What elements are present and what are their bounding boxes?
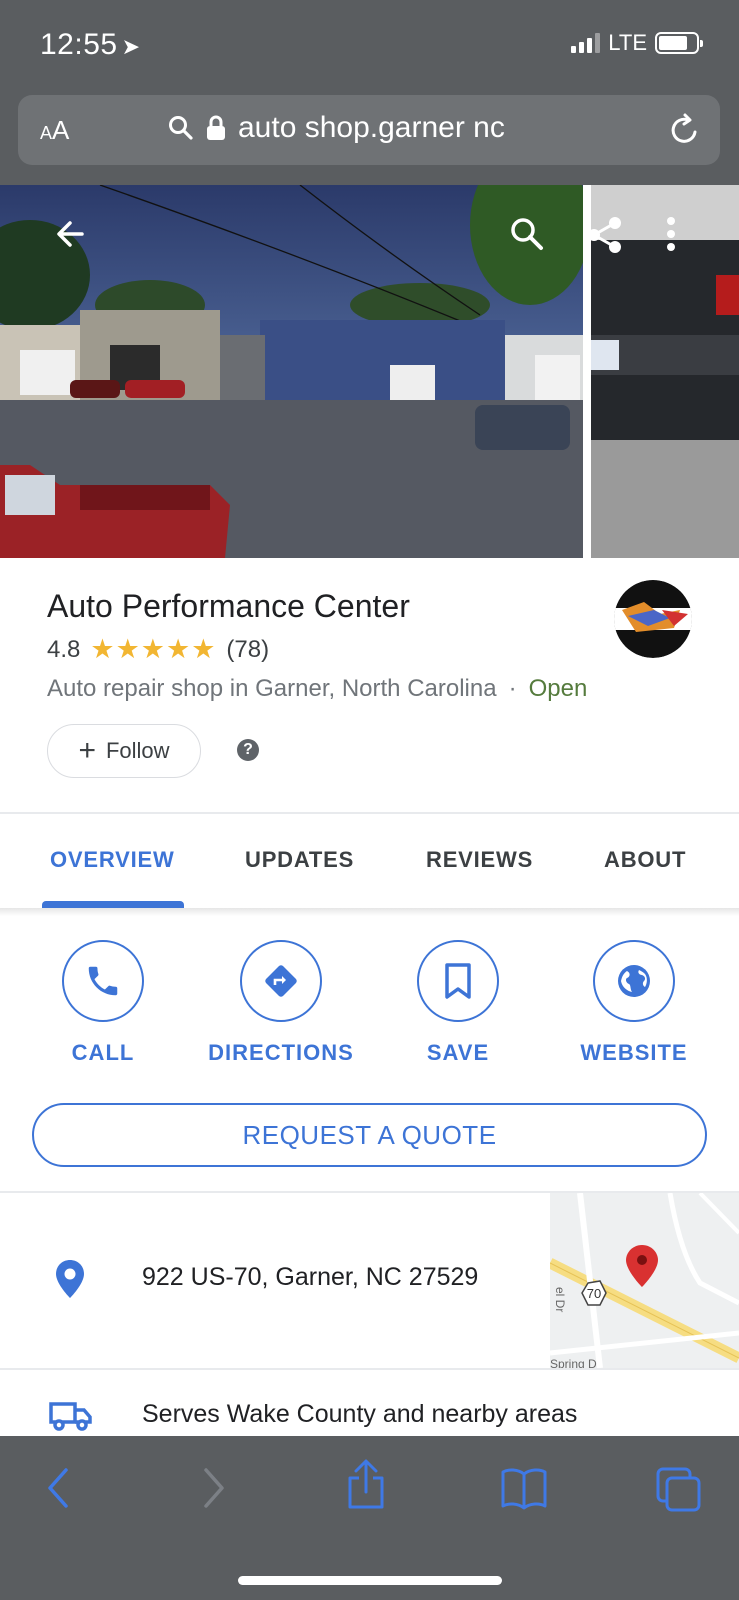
cellular-signal-icon	[571, 33, 601, 53]
plus-icon: +	[78, 734, 96, 767]
location-arrow-icon: ➤	[121, 34, 141, 59]
search-icon	[169, 116, 193, 140]
url-text: auto shop.garner nc	[238, 111, 505, 144]
address-row[interactable]: 922 US-70, Garner, NC 27529 70 Spring D …	[0, 1193, 739, 1368]
directions-label: DIRECTIONS	[208, 1040, 354, 1065]
photo-search-icon[interactable]	[508, 215, 546, 253]
lock-icon	[207, 115, 225, 140]
map-graphic: 70 Spring D el Dr	[550, 1193, 739, 1368]
home-indicator[interactable]	[238, 1576, 502, 1585]
rating-row[interactable]: 4.8 ★★★★★ (78)	[47, 634, 269, 665]
directions-icon	[265, 965, 297, 997]
safari-address-bar[interactable]: AA auto shop.garner nc	[18, 95, 720, 165]
rating-value: 4.8	[47, 635, 81, 663]
separator-dot: ·	[508, 675, 517, 702]
network-type: LTE	[608, 30, 647, 55]
tabs-icon[interactable]	[655, 1466, 703, 1514]
safari-toolbar	[0, 1436, 739, 1600]
share-sheet-icon[interactable]	[346, 1458, 386, 1510]
share-icon[interactable]	[586, 215, 624, 255]
map-route-label: 70	[587, 1286, 601, 1301]
phone-icon	[88, 966, 118, 996]
save-circle[interactable]	[417, 940, 499, 1022]
map-thumbnail[interactable]: 70 Spring D el Dr	[550, 1193, 739, 1368]
bookmarks-icon[interactable]	[500, 1466, 548, 1510]
back-icon[interactable]	[44, 1466, 74, 1510]
follow-label: Follow	[105, 738, 170, 763]
place-category: Auto repair shop in Garner, North Caroli…	[47, 675, 497, 702]
text-size-button[interactable]: AA	[40, 115, 69, 146]
more-options-icon[interactable]	[664, 215, 678, 253]
bookmark-icon	[445, 963, 471, 999]
battery-icon	[655, 32, 703, 54]
active-tab-indicator	[42, 901, 184, 908]
top-browser-chrome: 12:55 ➤ LTE AA auto shop.garner nc	[0, 0, 739, 185]
forward-icon[interactable]	[198, 1466, 228, 1510]
help-icon[interactable]: ?	[237, 739, 259, 761]
address-text[interactable]: 922 US-70, Garner, NC 27529	[142, 1263, 478, 1292]
call-circle[interactable]	[62, 940, 144, 1022]
status-time: 12:55 ➤	[40, 28, 141, 62]
tab-about[interactable]: ABOUT	[604, 847, 686, 873]
website-label: WEBSITE	[580, 1040, 688, 1065]
status-indicators: LTE	[571, 30, 703, 56]
location-pin-icon	[56, 1260, 84, 1298]
follow-button[interactable]: + Follow	[47, 724, 201, 778]
call-label: CALL	[71, 1040, 135, 1065]
header-divider	[0, 812, 739, 814]
status-time-text: 12:55	[40, 28, 118, 61]
category-row: Auto repair shop in Garner, North Caroli…	[47, 675, 587, 703]
open-status: Open	[528, 675, 588, 702]
review-count[interactable]: (78)	[226, 636, 269, 664]
website-button[interactable]: WEBSITE	[549, 940, 719, 1066]
call-button[interactable]: CALL	[18, 940, 188, 1066]
url-display[interactable]: auto shop.garner nc	[168, 111, 505, 145]
save-button[interactable]: SAVE	[373, 940, 543, 1066]
directions-circle[interactable]	[240, 940, 322, 1022]
save-label: SAVE	[426, 1040, 490, 1065]
tab-updates[interactable]: UPDATES	[245, 847, 354, 873]
request-quote-button[interactable]: REQUEST A QUOTE	[32, 1103, 707, 1167]
directions-button[interactable]: DIRECTIONS	[196, 940, 366, 1066]
globe-icon	[618, 965, 650, 997]
tabs-shadow	[0, 908, 739, 916]
map-street-label: Spring D	[550, 1357, 597, 1368]
place-tabs: OVERVIEW UPDATES REVIEWS ABOUT	[0, 815, 739, 908]
truck-icon	[49, 1402, 92, 1431]
service-area-text: Serves Wake County and nearby areas	[142, 1400, 578, 1428]
business-logo	[614, 580, 692, 658]
place-photo-carousel[interactable]	[0, 185, 739, 558]
map-side-label: el Dr	[553, 1287, 567, 1312]
tab-overview[interactable]: OVERVIEW	[50, 847, 175, 873]
back-arrow-icon[interactable]	[52, 215, 90, 253]
tab-reviews[interactable]: REVIEWS	[426, 847, 533, 873]
place-name: Auto Performance Center	[47, 588, 410, 624]
reload-icon[interactable]	[668, 112, 702, 148]
star-rating-icon: ★★★★★	[90, 634, 217, 664]
service-area-row: Serves Wake County and nearby areas	[0, 1370, 739, 1436]
website-circle[interactable]	[593, 940, 675, 1022]
